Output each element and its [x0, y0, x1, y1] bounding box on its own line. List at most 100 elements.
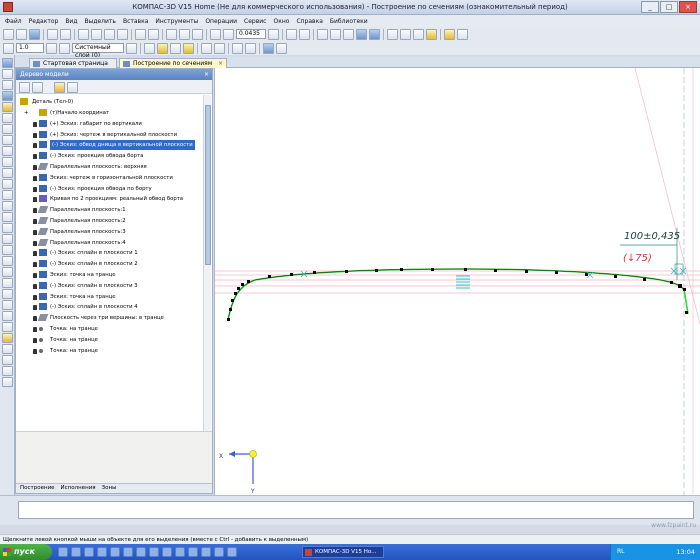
tree-item[interactable]: (-) Эскиз: обвод днища в вертикальной пл…: [16, 140, 204, 151]
designations-icon[interactable]: [2, 135, 13, 145]
tree-item[interactable]: Точка: на транце: [16, 335, 204, 345]
tree-root[interactable]: Деталь (Тел-0): [16, 97, 204, 107]
tree-filter-icon[interactable]: [54, 82, 65, 93]
close-tab-icon[interactable]: ×: [218, 59, 223, 68]
tree-item[interactable]: (-) Эскиз: сплайн в плоскости 3: [16, 281, 204, 291]
zoom-dropdown-icon[interactable]: [268, 28, 279, 40]
ellipse-tool-icon[interactable]: [2, 201, 13, 211]
arc-tool-icon[interactable]: [2, 179, 13, 189]
tree-item[interactable]: (+) Эскиз: габарит по вертикали: [16, 119, 204, 129]
tree-item[interactable]: Плоскость через три вершины: в транце: [16, 313, 204, 323]
snap-icon[interactable]: [144, 42, 155, 54]
point-tool-icon[interactable]: [2, 212, 13, 222]
model-tree-toggle-icon[interactable]: [444, 28, 455, 40]
rotate-icon[interactable]: [286, 28, 297, 40]
preview-icon[interactable]: [60, 28, 71, 40]
mirror-tool-icon[interactable]: [2, 355, 13, 365]
projection-tool-icon[interactable]: [2, 322, 13, 332]
scale-field[interactable]: 1.0: [16, 43, 44, 53]
tree-item[interactable]: Параллельная плоскость:4: [16, 238, 204, 248]
model-canvas[interactable]: X Y 100±0,435 (↓75): [214, 68, 700, 495]
line-tool-icon[interactable]: [2, 157, 13, 167]
quicklaunch-media-icon[interactable]: [97, 547, 107, 557]
menu-service[interactable]: Сервис: [244, 18, 266, 25]
quicklaunch-folder-icon[interactable]: [84, 547, 94, 557]
tree-item[interactable]: (-) Эскиз: проекция обвода борта: [16, 151, 204, 161]
undo-icon[interactable]: [135, 28, 146, 40]
offset-tool-icon[interactable]: [2, 289, 13, 299]
menu-tools[interactable]: Инструменты: [155, 18, 198, 25]
quicklaunch-ie-icon[interactable]: [71, 547, 81, 557]
quicklaunch-app6-icon[interactable]: [175, 547, 185, 557]
section-icon[interactable]: [400, 28, 411, 40]
grid-icon[interactable]: [201, 42, 212, 54]
filter-icon[interactable]: [413, 28, 424, 40]
save-icon[interactable]: [29, 28, 40, 40]
parametrization-icon[interactable]: [2, 102, 13, 112]
tab-start-page[interactable]: Стартовая страница: [29, 58, 117, 68]
tree-item[interactable]: Точка: на транце: [16, 324, 204, 334]
segment-tool-icon[interactable]: [2, 168, 13, 178]
chamfer-tool-icon[interactable]: [2, 267, 13, 277]
shaded-icon[interactable]: [356, 28, 367, 40]
open-file-icon[interactable]: [16, 28, 27, 40]
polyline-tool-icon[interactable]: [2, 234, 13, 244]
color-icon[interactable]: [426, 28, 437, 40]
snap-dropdown-icon[interactable]: [170, 42, 181, 54]
measure-icon[interactable]: [2, 113, 13, 123]
cs-dropdown-icon[interactable]: [276, 42, 287, 54]
cursor-move-icon[interactable]: [3, 42, 14, 54]
tree-item[interactable]: Параллельная плоскость:3: [16, 227, 204, 237]
tree-item[interactable]: Параллельная плоскость:1: [16, 205, 204, 215]
library-icon[interactable]: [457, 28, 468, 40]
format-brush-icon[interactable]: [117, 28, 128, 40]
quicklaunch-app9-icon[interactable]: [214, 547, 224, 557]
quicklaunch-app10-icon[interactable]: [227, 547, 237, 557]
layer-dropdown-icon[interactable]: [126, 42, 137, 54]
zoom-field[interactable]: 0.0435: [236, 29, 266, 39]
expand-icon[interactable]: +: [24, 108, 28, 118]
tree-item[interactable]: (-) Эскиз: сплайн в плоскости 4: [16, 302, 204, 312]
quicklaunch-app1-icon[interactable]: [110, 547, 120, 557]
dimension-reference-label[interactable]: (↓75): [623, 253, 652, 264]
perspective-icon[interactable]: [387, 28, 398, 40]
tree-item[interactable]: Эскиз: точка на транце: [16, 292, 204, 302]
tree-view-icon[interactable]: [19, 82, 30, 93]
paste-icon[interactable]: [104, 28, 115, 40]
menu-operations[interactable]: Операции: [205, 18, 237, 25]
quicklaunch-app7-icon[interactable]: [188, 547, 198, 557]
print-icon[interactable]: [47, 28, 58, 40]
tree-options-icon[interactable]: [67, 82, 78, 93]
fillet-tool-icon[interactable]: [2, 278, 13, 288]
hidden-lines-icon[interactable]: [330, 28, 341, 40]
cut-icon[interactable]: [78, 28, 89, 40]
thin-hidden-icon[interactable]: [343, 28, 354, 40]
manager-icon[interactable]: [166, 28, 177, 40]
dimensions-icon[interactable]: [2, 124, 13, 134]
edit-part-icon[interactable]: [2, 58, 13, 68]
tree-scrollbar-thumb[interactable]: [205, 105, 211, 265]
maximize-button[interactable]: □: [660, 1, 678, 13]
redo-icon[interactable]: [148, 28, 159, 40]
tree-item[interactable]: Точка: на транце: [16, 346, 204, 356]
dimension-tolerance-label[interactable]: 100±0,435: [624, 231, 680, 242]
local-snap-icon[interactable]: [157, 42, 168, 54]
editing-icon[interactable]: [2, 146, 13, 156]
wireframe-icon[interactable]: [317, 28, 328, 40]
menu-libraries[interactable]: Библиотеки: [330, 18, 368, 25]
tree-item[interactable]: (+) Эскиз: чертеж в вертикальной плоскос…: [16, 130, 204, 140]
zoom-in-icon[interactable]: [210, 28, 221, 40]
quicklaunch-app2-icon[interactable]: [123, 547, 133, 557]
function-dropdown-icon[interactable]: [245, 42, 256, 54]
tab-zones[interactable]: Зоны: [102, 484, 117, 493]
language-indicator[interactable]: RL: [617, 548, 625, 555]
polygon-tool-icon[interactable]: [2, 256, 13, 266]
scale-tool-icon[interactable]: [2, 366, 13, 376]
tree-item[interactable]: (-) Эскиз: проекция обвода по борту: [16, 184, 204, 194]
coordinate-system-icon[interactable]: [263, 42, 274, 54]
circle-tool-icon[interactable]: [2, 190, 13, 200]
tab-variants[interactable]: Исполнения: [61, 484, 96, 493]
tree-scrollbar[interactable]: [203, 95, 211, 431]
quicklaunch-desktop-icon[interactable]: [58, 547, 68, 557]
trim-tool-icon[interactable]: [2, 344, 13, 354]
